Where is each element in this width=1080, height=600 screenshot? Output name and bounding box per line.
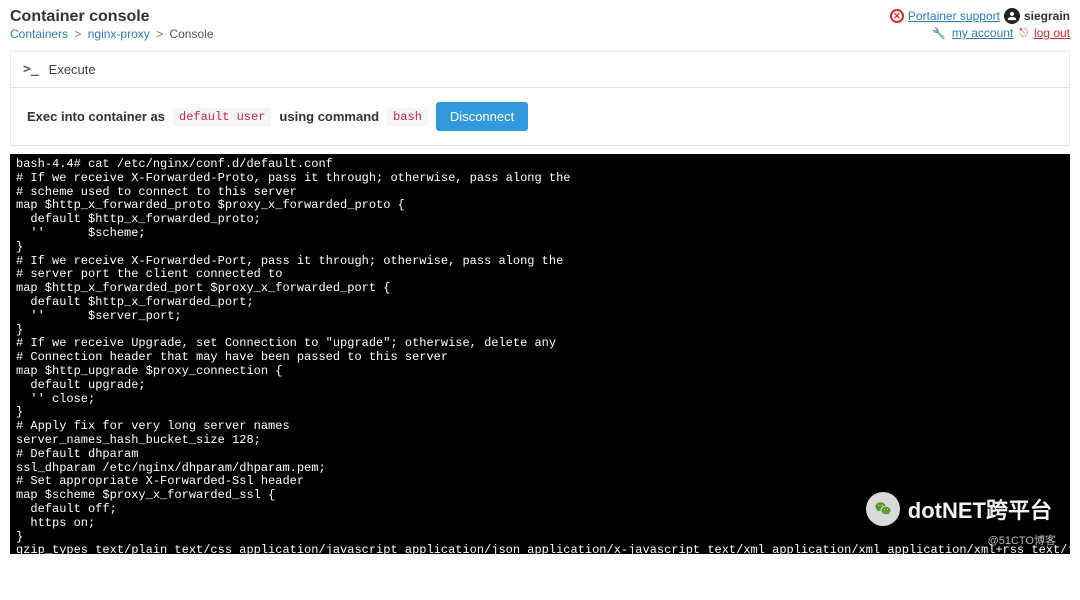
- execute-panel: >_ Execute Exec into container as defaul…: [10, 51, 1070, 146]
- logout-icon: ⎋: [1019, 27, 1028, 40]
- terminal-output[interactable]: bash-4.4# cat /etc/nginx/conf.d/default.…: [10, 154, 1070, 554]
- portainer-support-link[interactable]: Portainer support: [908, 9, 1000, 23]
- breadcrumb-current: Console: [169, 27, 213, 41]
- lifebuoy-icon: ✕: [890, 9, 904, 23]
- disconnect-button[interactable]: Disconnect: [436, 102, 528, 131]
- execute-panel-body: Exec into container as default user usin…: [11, 87, 1069, 145]
- exec-user-value: default user: [173, 108, 271, 126]
- my-account-link[interactable]: my account: [952, 26, 1013, 40]
- exec-label-using: using command: [279, 109, 379, 124]
- breadcrumb-containers[interactable]: Containers: [10, 27, 68, 41]
- execute-panel-title: Execute: [49, 62, 96, 77]
- terminal-prompt-icon: >_: [23, 62, 39, 77]
- exec-command-value: bash: [387, 108, 428, 126]
- username-label: siegrain: [1024, 9, 1070, 23]
- breadcrumb: Containers > nginx-proxy > Console: [10, 27, 214, 41]
- wrench-icon: 🔧: [932, 27, 946, 40]
- exec-label-prefix: Exec into container as: [27, 109, 165, 124]
- log-out-link[interactable]: log out: [1034, 26, 1070, 40]
- execute-panel-header: >_ Execute: [11, 52, 1069, 87]
- breadcrumb-sep: >: [74, 27, 81, 41]
- breadcrumb-sep: >: [156, 27, 163, 41]
- user-avatar-icon: [1004, 8, 1020, 24]
- page-title: Container console: [10, 8, 214, 26]
- breadcrumb-container-name[interactable]: nginx-proxy: [88, 27, 150, 41]
